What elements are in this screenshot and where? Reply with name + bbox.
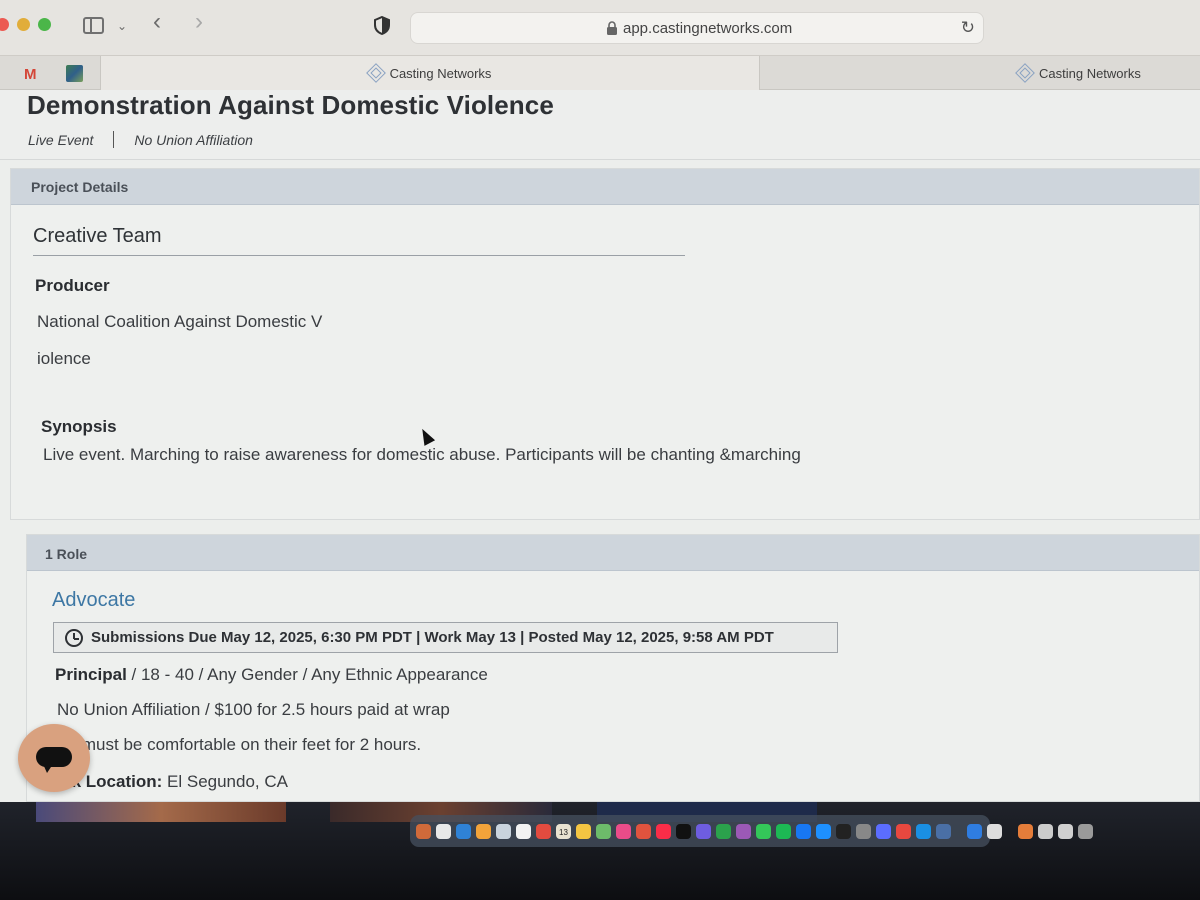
dock-app-icon[interactable] (1018, 823, 1033, 839)
meta-divider (113, 131, 115, 148)
forward-arrow-icon[interactable]: › (195, 10, 203, 34)
dock-app-icon[interactable] (616, 823, 631, 839)
dock-app-icon[interactable] (436, 823, 451, 839)
dock-app-icon[interactable] (916, 823, 931, 839)
producer-name-line-2: iolence (37, 349, 91, 368)
dock-app-icon[interactable] (416, 823, 431, 839)
sidebar-toggle-icon[interactable] (83, 17, 104, 34)
dock-app-icon[interactable] (736, 823, 751, 839)
dock-app-icon[interactable] (1078, 823, 1093, 839)
tab-casting-networks-active[interactable]: Casting Networks (100, 56, 760, 90)
role-type: Principal (55, 665, 127, 684)
dock-app-icon[interactable] (856, 823, 871, 839)
tab-casting-networks[interactable]: Casting Networks (1015, 56, 1141, 90)
dock-app-icon[interactable] (696, 823, 711, 839)
role-pay: No Union Affiliation / $100 for 2.5 hour… (57, 700, 450, 719)
dock-app-icon[interactable] (816, 823, 831, 839)
casting-networks-logo-icon (1015, 63, 1035, 83)
dock-app-icon[interactable] (896, 823, 911, 839)
pinned-tab-favicon[interactable] (66, 65, 83, 82)
background-window-edge (36, 802, 286, 822)
role-demographics: Principal / 18 - 40 / Any Gender / Any E… (55, 665, 488, 685)
role-dates-box: Submissions Due May 12, 2025, 6:30 PM PD… (53, 622, 838, 653)
role-name-link[interactable]: Advocate (52, 589, 135, 612)
producer-name-line-1: National Coalition Against Domestic V (37, 312, 323, 331)
role-dates-text: Submissions Due May 12, 2025, 6:30 PM PD… (91, 629, 774, 646)
synopsis-label: Synopsis (41, 417, 117, 436)
dock-app-icon[interactable] (1058, 823, 1073, 839)
chat-support-button[interactable] (18, 724, 90, 792)
dock-app-icon[interactable] (716, 823, 731, 839)
location-value: El Segundo, CA (162, 772, 288, 791)
reload-icon[interactable]: ↻ (961, 18, 975, 38)
privacy-shield-icon[interactable] (374, 16, 390, 35)
close-window-button[interactable] (0, 18, 9, 31)
project-header: Demonstration Against Domestic Violence … (0, 90, 1200, 160)
roles-card: 1 Role Advocate Submissions Due May 12, … (26, 534, 1200, 802)
lock-icon (607, 21, 617, 35)
minimize-window-button[interactable] (17, 18, 30, 31)
tab-label: Casting Networks (389, 65, 492, 81)
dock-app-icon[interactable] (516, 823, 531, 839)
url-text: app.castingnetworks.com (623, 20, 793, 37)
address-bar[interactable]: app.castingnetworks.com ↻ (410, 12, 984, 44)
dock-app-icon[interactable] (836, 823, 851, 839)
role-demographics-text: / 18 - 40 / Any Gender / Any Ethnic Appe… (126, 665, 488, 684)
dock-app-icon[interactable] (656, 823, 671, 839)
dock-app-icon[interactable] (476, 823, 491, 839)
dock-app-icon[interactable] (496, 823, 511, 839)
browser-toolbar: ⌄ ‹ › app.castingnetworks.com ↻ (0, 0, 1200, 56)
role-note: nt must be comfortable on their feet for… (63, 735, 422, 754)
project-union: No Union Affiliation (134, 131, 253, 148)
divider (33, 255, 685, 256)
roles-count-label: 1 Role (45, 546, 88, 562)
page-content: Demonstration Against Domestic Violence … (0, 90, 1200, 802)
dock-app-icon[interactable] (756, 823, 771, 839)
zoom-window-button[interactable] (38, 18, 51, 31)
back-arrow-icon[interactable]: ‹ (153, 10, 161, 34)
dock-app-icon[interactable] (776, 823, 791, 839)
creative-team-heading: Creative Team (33, 225, 162, 247)
dock-app-icon[interactable] (636, 823, 651, 839)
dock-app-icon[interactable] (456, 823, 471, 839)
dock-app-icon[interactable] (676, 823, 691, 839)
dock-app-icon[interactable] (596, 823, 611, 839)
dock-app-icon[interactable] (536, 823, 551, 839)
dock-app-icon[interactable] (1038, 823, 1053, 839)
calendar-dock-icon[interactable]: 13 (556, 823, 571, 839)
project-type: Live Event (28, 131, 94, 148)
roles-header: 1 Role (27, 535, 1199, 571)
project-details-card: Project Details Creative Team Producer N… (10, 168, 1200, 520)
dock-app-icon[interactable] (987, 823, 1002, 839)
dock-app-icon[interactable] (967, 823, 982, 839)
dock-app-icon[interactable] (796, 823, 811, 839)
dock-app-icon[interactable] (876, 823, 891, 839)
role-location: rk Location: El Segundo, CA (65, 772, 288, 792)
tab-label: Casting Networks (1039, 65, 1141, 81)
project-title: Demonstration Against Domestic Violence (27, 90, 554, 120)
producer-label: Producer (35, 276, 110, 295)
section-label: Project Details (31, 179, 129, 195)
project-meta: Live Event No Union Affiliation (28, 131, 253, 148)
dock-app-icon[interactable] (936, 823, 951, 839)
chevron-down-icon[interactable]: ⌄ (117, 16, 127, 36)
tab-bar: M Casting Networks Casting Networks (0, 56, 1200, 90)
macos-dock: 13 (410, 815, 1093, 847)
synopsis-text: Live event. Marching to raise awareness … (43, 445, 801, 464)
gmail-pinned-tab[interactable]: M (24, 66, 37, 83)
dock-app-icon[interactable] (576, 823, 591, 839)
project-details-header: Project Details (11, 169, 1199, 205)
casting-networks-logo-icon (365, 63, 386, 83)
clock-icon (65, 628, 83, 647)
